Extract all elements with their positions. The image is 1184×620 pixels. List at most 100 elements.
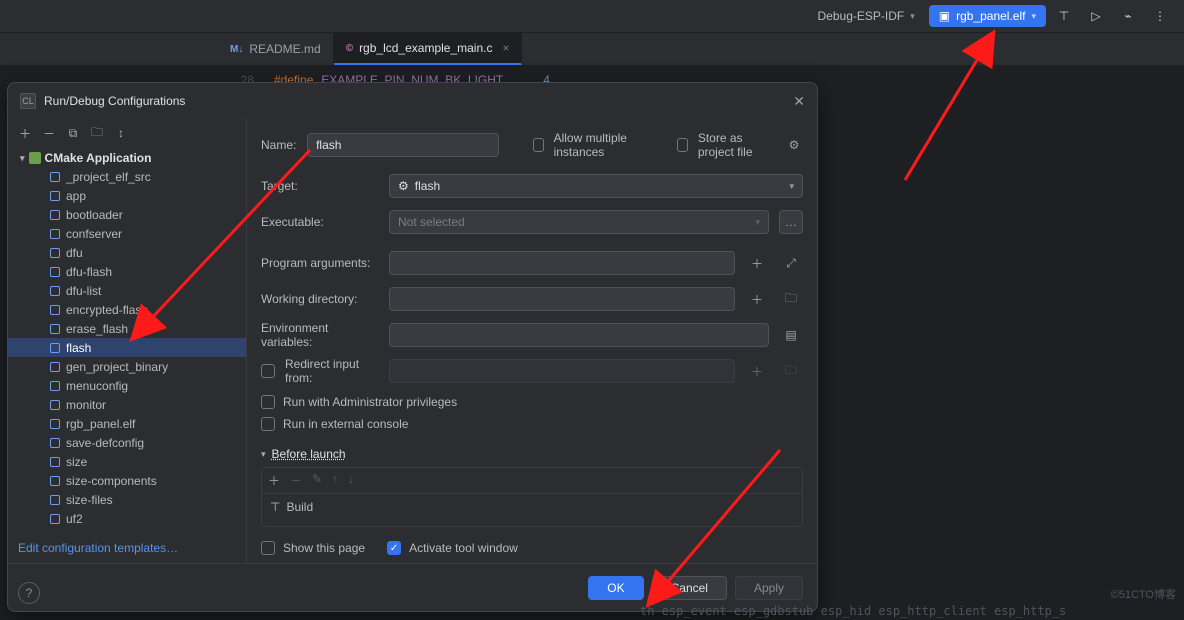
config-tree: ▾ CMake Application _project_elf_srcapp b… [8,147,246,533]
before-launch-list[interactable]: ⊤ Build [261,493,803,527]
tree-item-label: monitor [66,398,106,412]
tree-item-bootloader[interactable]: bootloader [8,205,246,224]
target-icon [50,419,60,429]
tree-item-uf2[interactable]: uf2 [8,509,246,528]
target-icon [50,305,60,315]
down-icon[interactable]: ↓ [348,472,354,489]
tab-main-c[interactable]: © rgb_lcd_example_main.c × [334,33,523,65]
tree-item-gen-project-binary[interactable]: gen_project_binary [8,357,246,376]
working-dir-label: Working directory: [261,292,379,306]
remove-icon[interactable]: － [42,125,56,142]
edit-icon[interactable]: ✎ [312,472,322,489]
expand-icon[interactable]: ⤢ [779,251,803,275]
redirect-input-checkbox[interactable] [261,364,275,378]
tree-group-cmake[interactable]: ▾ CMake Application [8,149,246,167]
list-icon[interactable]: ▤ [779,323,803,347]
env-vars-label: Environment variables: [261,321,379,349]
plus-icon[interactable]: ＋ [745,287,769,311]
program-args-label: Program arguments: [261,256,379,270]
tree-item--project-elf-src[interactable]: _project_elf_src [8,167,246,186]
target-icon [50,172,60,182]
config-form: Name: Allow multiple instances Store as … [247,119,817,563]
tree-item-menuconfig[interactable]: menuconfig [8,376,246,395]
admin-priv-checkbox[interactable] [261,395,275,409]
tree-item-flash[interactable]: flash [8,338,246,357]
tree-item-size-files[interactable]: size-files [8,490,246,509]
tree-item-save-defconfig[interactable]: save-defconfig [8,433,246,452]
show-page-checkbox[interactable] [261,541,275,555]
tree-toolbar: ＋ － ⧉ 🗀 ↕ [8,119,246,147]
allow-multiple-checkbox[interactable] [533,138,544,152]
run-icon[interactable]: ▷ [1082,2,1110,30]
plus-icon[interactable]: ＋ [745,359,769,383]
activate-tool-window-checkbox[interactable]: ✓ [387,541,401,555]
tree-item-encrypted-flash[interactable]: encrypted-flash [8,300,246,319]
folder-icon[interactable]: 🗀 [90,123,104,144]
run-target-chip[interactable]: ▣ rgb_panel.elf ▾ [929,5,1046,27]
copy-icon[interactable]: ⧉ [66,126,80,141]
tree-item-dfu[interactable]: dfu [8,243,246,262]
build-config-dropdown[interactable]: Debug-ESP-IDF ▾ [808,5,925,27]
hammer-icon: ⊤ [270,500,280,514]
help-button[interactable]: ? [18,582,40,604]
close-icon[interactable]: ✕ [793,93,805,110]
redirect-input-label: Redirect input from: [285,357,379,385]
store-project-checkbox[interactable] [677,138,688,152]
tree-item-label: dfu [66,246,83,260]
build-config-label: Debug-ESP-IDF [818,9,905,23]
chevron-down-icon: ▾ [910,11,915,22]
tab-label: rgb_lcd_example_main.c [359,41,492,55]
debug-icon[interactable]: ⌁ [1114,2,1142,30]
tree-item-label: menuconfig [66,379,128,393]
tab-readme[interactable]: M↓ README.md [218,33,334,65]
redirect-input-path[interactable] [389,359,735,383]
tree-item-label: rgb_panel.elf [66,417,135,431]
plus-icon[interactable]: ＋ [745,251,769,275]
more-menu-icon[interactable]: ⋮ [1146,2,1174,30]
apply-button[interactable]: Apply [735,576,803,600]
tree-item-dfu-list[interactable]: dfu-list [8,281,246,300]
target-icon [50,400,60,410]
sort-icon[interactable]: ↕ [114,126,128,140]
ok-button[interactable]: OK [588,576,643,600]
tree-item-confserver[interactable]: confserver [8,224,246,243]
tree-item-label: dfu-flash [66,265,112,279]
chevron-down-icon: ▾ [789,181,794,192]
add-icon[interactable]: ＋ [268,472,280,489]
tree-item-size[interactable]: size [8,452,246,471]
close-icon[interactable]: × [502,41,509,55]
before-launch-section[interactable]: ▾ Before launch [261,447,803,461]
store-project-label: Store as project file [698,131,775,159]
env-vars-input[interactable] [389,323,769,347]
ellipsis-button[interactable]: … [779,210,803,234]
name-input[interactable] [307,133,499,157]
gear-icon[interactable]: ⚙ [785,133,803,157]
external-console-checkbox[interactable] [261,417,275,431]
tree-item-erase-flash[interactable]: erase_flash [8,319,246,338]
tree-item-label: dfu-list [66,284,101,298]
cmake-icon [29,152,41,164]
tree-item-dfu-flash[interactable]: dfu-flash [8,262,246,281]
run-debug-config-dialog: CL Run/Debug Configurations ✕ ＋ － ⧉ 🗀 ↕ … [7,82,818,612]
executable-select[interactable]: Not selected ▾ [389,210,769,234]
build-icon[interactable]: ⊤ [1050,2,1078,30]
folder-icon[interactable]: 🗀 [779,359,803,383]
tree-item-rgb-panel-elf[interactable]: rgb_panel.elf [8,414,246,433]
tree-item-app[interactable]: app [8,186,246,205]
cancel-button[interactable]: Cancel [652,576,727,600]
up-icon[interactable]: ↑ [332,472,338,489]
tree-item-monitor[interactable]: monitor [8,395,246,414]
target-select[interactable]: ⚙ flash ▾ [389,174,803,198]
edit-templates-link[interactable]: Edit configuration templates… [18,541,178,555]
working-dir-input[interactable] [389,287,735,311]
tree-item-size-components[interactable]: size-components [8,471,246,490]
chevron-down-icon: ▾ [20,153,25,164]
target-icon [50,514,60,524]
folder-icon[interactable]: 🗀 [779,287,803,311]
watermark: ©51CTO博客 [1111,586,1176,602]
add-icon[interactable]: ＋ [18,125,32,142]
dialog-title: Run/Debug Configurations [44,94,185,108]
remove-icon[interactable]: － [290,472,302,489]
program-args-input[interactable] [389,251,735,275]
tree-item-label: bootloader [66,208,123,222]
